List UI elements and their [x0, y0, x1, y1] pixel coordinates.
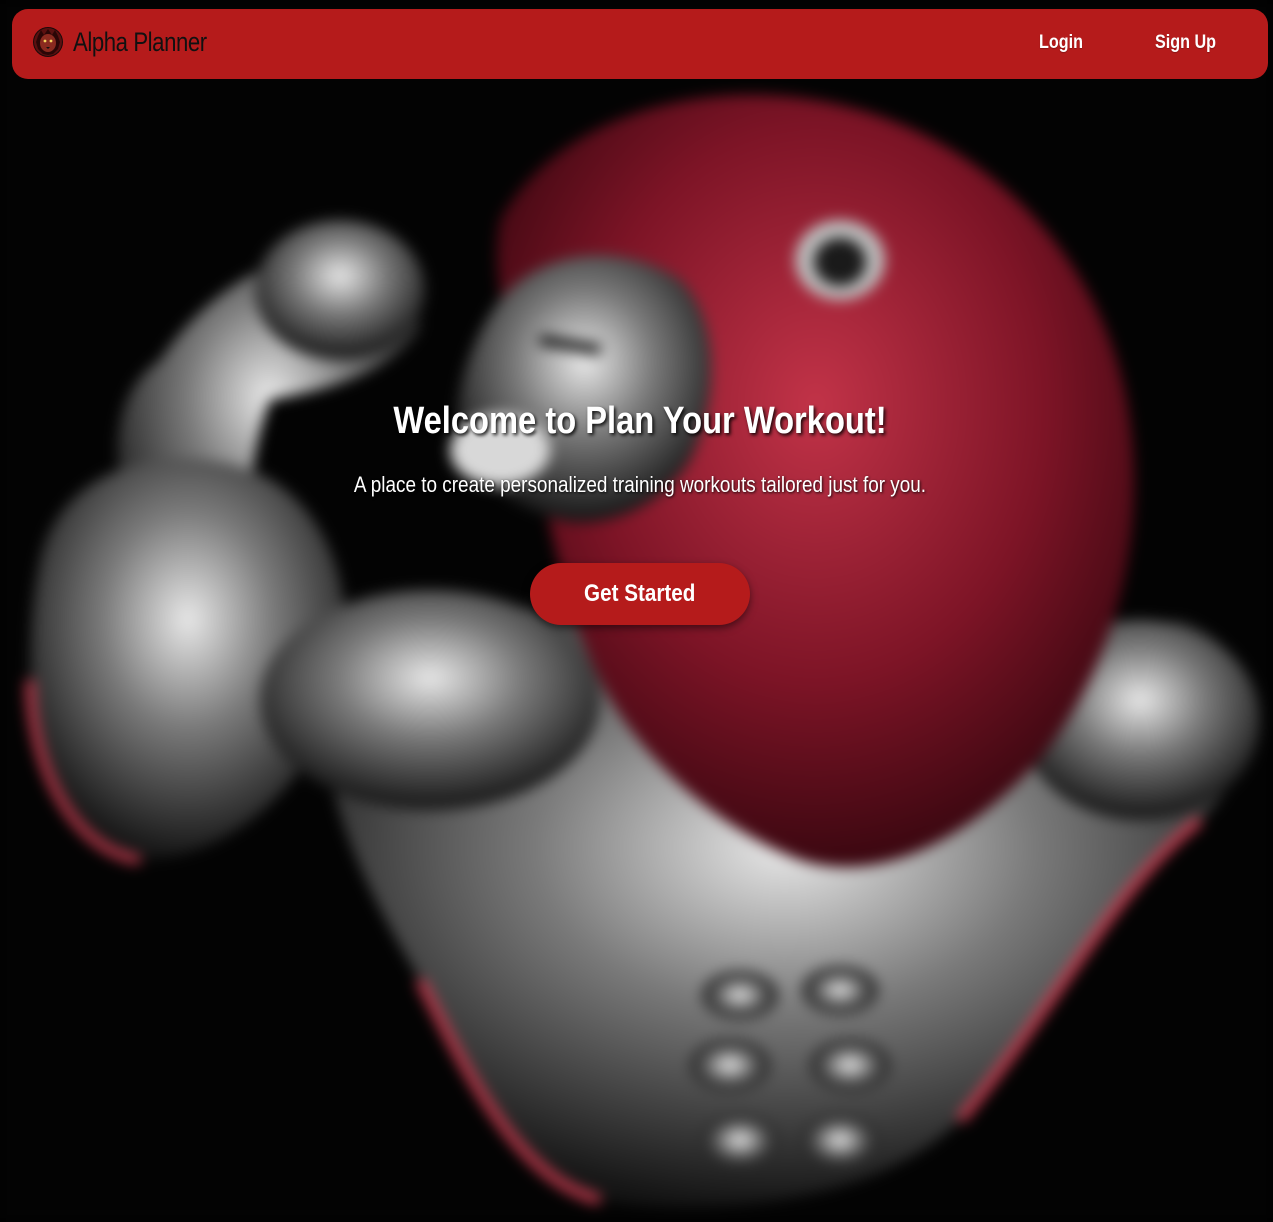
brand-name: Alpha Planner	[73, 26, 207, 57]
login-link[interactable]: Login	[1039, 32, 1083, 54]
top-navbar: Alpha Planner Login Sign Up	[12, 9, 1268, 79]
lion-head-icon	[33, 27, 63, 57]
hero-subtitle: A place to create personalized training …	[353, 472, 927, 497]
get-started-label: Get Started	[584, 580, 696, 607]
hero-title: Welcome to Plan Your Workout!	[393, 400, 887, 442]
brand[interactable]: Alpha Planner	[32, 26, 236, 58]
landing-page: Alpha Planner Login Sign Up Welcome to P…	[0, 0, 1273, 1222]
signup-link[interactable]: Sign Up	[1155, 32, 1216, 54]
get-started-button[interactable]: Get Started	[530, 563, 750, 625]
